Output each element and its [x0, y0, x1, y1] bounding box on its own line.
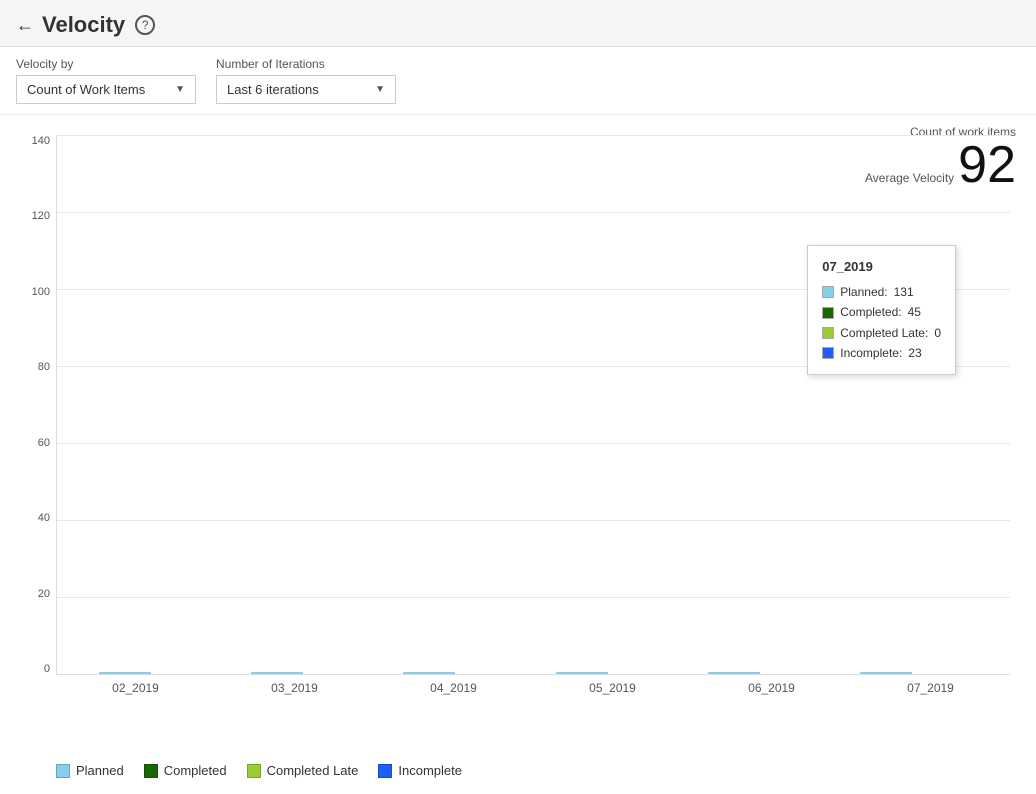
iterations-dropdown[interactable]: Last 6 iterations ▼	[216, 75, 396, 104]
legend-item-incomplete: Incomplete	[378, 763, 462, 778]
tooltip-completed-late-label: Completed Late:	[840, 323, 928, 343]
legend-item-completed: Completed	[144, 763, 227, 778]
bar-planned-04_2019[interactable]	[403, 672, 455, 674]
tooltip-completed-label: Completed:	[840, 302, 901, 322]
y-label-40: 40	[38, 512, 50, 524]
legend-swatch-completed	[144, 764, 158, 778]
iterations-value: Last 6 iterations	[227, 82, 319, 97]
bar-group-05_2019	[556, 672, 664, 674]
bar-group-07_2019	[860, 672, 968, 674]
y-axis: 140 120 100 80 60 40 20 0	[16, 135, 56, 675]
legend-swatch-completed-late	[247, 764, 261, 778]
velocity-by-group: Velocity by Count of Work Items ▼	[16, 57, 196, 104]
tooltip-completed-late-value: 0	[934, 323, 941, 343]
x-labels: 02_2019 03_2019 04_2019 05_2019 06_2019 07_20…	[56, 675, 1010, 715]
tooltip-completed-row: Completed: 45	[822, 302, 941, 322]
legend: Planned Completed Completed Late Incompl…	[0, 755, 1036, 786]
legend-swatch-incomplete	[378, 764, 392, 778]
legend-label-completed-late: Completed Late	[267, 763, 359, 778]
y-label-20: 20	[38, 588, 50, 600]
chart-area: Count of work items Average Velocity 92 …	[0, 115, 1036, 755]
iterations-label: Number of Iterations	[216, 57, 396, 71]
bar-planned-05_2019[interactable]	[556, 672, 608, 674]
velocity-by-label: Velocity by	[16, 57, 196, 71]
tooltip-completed-value: 45	[908, 302, 921, 322]
x-label-05_2019: 05_2019	[589, 681, 636, 695]
tooltip-planned-row: Planned: 131	[822, 282, 941, 302]
x-label-04_2019: 04_2019	[430, 681, 477, 695]
bar-group-03_2019	[251, 672, 359, 674]
tooltip-planned-value: 131	[894, 282, 914, 302]
iterations-group: Number of Iterations Last 6 iterations ▼	[216, 57, 396, 104]
x-label-07_2019: 07_2019	[907, 681, 954, 695]
y-label-120: 120	[32, 210, 50, 222]
tooltip: 07_2019 Planned: 131 Completed: 45 Compl…	[807, 245, 956, 375]
tooltip-planned-label: Planned:	[840, 282, 887, 302]
bar-group-02_2019	[99, 672, 207, 674]
chart-container: 140 120 100 80 60 40 20 0	[16, 135, 1020, 715]
tooltip-completed-late-row: Completed Late: 0	[822, 323, 941, 343]
legend-label-planned: Planned	[76, 763, 124, 778]
tooltip-incomplete-swatch	[822, 347, 834, 359]
tooltip-incomplete-row: Incomplete: 23	[822, 343, 941, 363]
tooltip-incomplete-value: 23	[908, 343, 921, 363]
bar-planned-03_2019[interactable]	[251, 672, 303, 674]
legend-label-incomplete: Incomplete	[398, 763, 462, 778]
tooltip-completed-late-swatch	[822, 327, 834, 339]
velocity-by-arrow-icon: ▼	[175, 84, 185, 95]
y-label-60: 60	[38, 437, 50, 449]
page-title: Velocity	[42, 12, 125, 38]
x-label-03_2019: 03_2019	[271, 681, 318, 695]
x-label-06_2019: 06_2019	[748, 681, 795, 695]
velocity-by-dropdown[interactable]: Count of Work Items ▼	[16, 75, 196, 104]
tooltip-title: 07_2019	[822, 256, 941, 278]
legend-item-completed-late: Completed Late	[247, 763, 359, 778]
header: ← Velocity ?	[0, 0, 1036, 47]
legend-swatch-planned	[56, 764, 70, 778]
tooltip-incomplete-label: Incomplete:	[840, 343, 902, 363]
legend-item-planned: Planned	[56, 763, 124, 778]
iterations-arrow-icon: ▼	[375, 84, 385, 95]
x-label-02_2019: 02_2019	[112, 681, 159, 695]
y-label-100: 100	[32, 286, 50, 298]
y-label-80: 80	[38, 361, 50, 373]
chart-inner	[56, 135, 1010, 675]
bar-planned-07_2019[interactable]	[860, 672, 912, 674]
bar-group-06_2019	[708, 672, 816, 674]
bar-group-04_2019	[403, 672, 511, 674]
help-icon[interactable]: ?	[135, 15, 155, 35]
bar-planned-06_2019[interactable]	[708, 672, 760, 674]
y-label-140: 140	[32, 135, 50, 147]
back-button[interactable]: ←	[16, 15, 34, 36]
bar-planned-02_2019[interactable]	[99, 672, 151, 674]
tooltip-planned-swatch	[822, 286, 834, 298]
tooltip-completed-swatch	[822, 307, 834, 319]
y-label-0: 0	[44, 663, 50, 675]
velocity-by-value: Count of Work Items	[27, 82, 145, 97]
bars-container	[57, 135, 1010, 674]
controls-bar: Velocity by Count of Work Items ▼ Number…	[0, 47, 1036, 115]
legend-label-completed: Completed	[164, 763, 227, 778]
